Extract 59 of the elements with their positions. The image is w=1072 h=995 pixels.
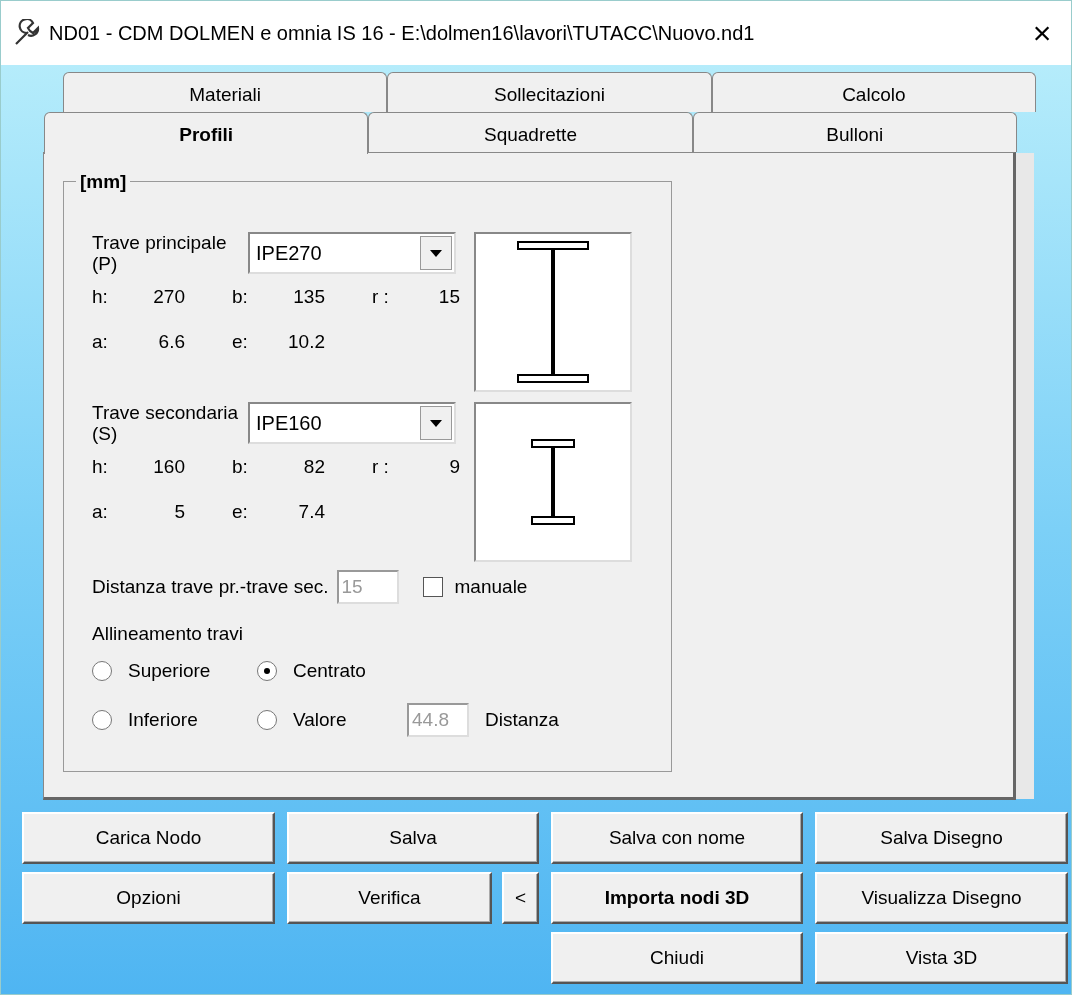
- property-value: 270: [152, 285, 186, 309]
- action-button[interactable]: Salva con nome: [551, 812, 803, 864]
- property-label: a:: [92, 330, 109, 354]
- action-button[interactable]: Opzioni: [22, 872, 275, 924]
- radio-button[interactable]: [257, 660, 277, 681]
- property-value: 7.4: [297, 500, 326, 524]
- radio-label: Superiore: [128, 658, 211, 683]
- tab[interactable]: Materiali: [63, 72, 388, 112]
- property-label: e:: [231, 500, 249, 524]
- window-title: ND01 - CDM DOLMEN e omnia IS 16 - E:\dolmen16\lavori\TUTACC\Nuovo.nd1: [49, 21, 755, 46]
- back-button[interactable]: <: [502, 872, 539, 924]
- radio-label: Inferiore: [128, 707, 198, 732]
- action-button[interactable]: Vista 3D: [815, 932, 1068, 984]
- dropdown-arrow-icon: [430, 249, 442, 257]
- property-label: b:: [231, 455, 249, 479]
- profile-dropdown[interactable]: IPE160: [248, 402, 456, 444]
- field-label: Trave secondaria (S): [92, 402, 240, 444]
- action-button[interactable]: Importa nodi 3D: [551, 872, 803, 924]
- tab[interactable]: Squadrette: [368, 112, 693, 152]
- property-value: 135: [292, 285, 326, 309]
- property-label: r :: [371, 285, 390, 309]
- property-value: 6.6: [157, 330, 186, 354]
- property-value: 9: [448, 455, 461, 479]
- radio-button[interactable]: [92, 710, 112, 730]
- property-value: 15: [437, 285, 461, 309]
- tab[interactable]: Bulloni: [692, 112, 1017, 152]
- section-label: Allineamento travi: [92, 622, 245, 646]
- action-button[interactable]: Carica Nodo: [22, 812, 275, 864]
- close-button[interactable]: ×: [1013, 13, 1071, 53]
- tab[interactable]: Profili: [44, 112, 369, 154]
- radio-button[interactable]: [92, 660, 112, 681]
- tab[interactable]: Sollecitazioni: [387, 72, 712, 112]
- property-label: h:: [92, 455, 109, 479]
- property-label: b:: [231, 285, 249, 309]
- action-button[interactable]: Salva: [287, 812, 539, 864]
- property-label: r :: [371, 455, 390, 479]
- property-label: e:: [231, 330, 249, 354]
- radio-label: Centrato: [293, 658, 366, 683]
- property-value: 10.2: [287, 330, 326, 354]
- field-label: Distanza trave pr.-trave sec.: [92, 574, 329, 599]
- property-label: a:: [92, 500, 109, 524]
- field-label: Distanza: [485, 707, 560, 732]
- action-button[interactable]: Salva Disegno: [815, 812, 1068, 864]
- action-button[interactable]: Visualizza Disegno: [815, 872, 1068, 924]
- radio-button[interactable]: [257, 710, 277, 730]
- action-button[interactable]: Verifica: [287, 872, 492, 924]
- property-value: 5: [173, 500, 186, 524]
- property-value: 160: [152, 455, 186, 479]
- field-label: Trave principale (P): [92, 232, 228, 274]
- profile-dropdown[interactable]: IPE270: [248, 232, 456, 274]
- checkbox-label: manuale: [454, 574, 528, 599]
- property-label: h:: [92, 285, 109, 309]
- property-value: 82: [302, 455, 326, 479]
- checkbox[interactable]: [422, 577, 443, 597]
- wrench-icon: [13, 19, 41, 47]
- action-button[interactable]: Chiudi: [551, 932, 803, 984]
- tab[interactable]: Calcolo: [711, 72, 1036, 112]
- radio-label: Valore: [293, 707, 347, 732]
- dropdown-arrow-icon: [430, 419, 442, 427]
